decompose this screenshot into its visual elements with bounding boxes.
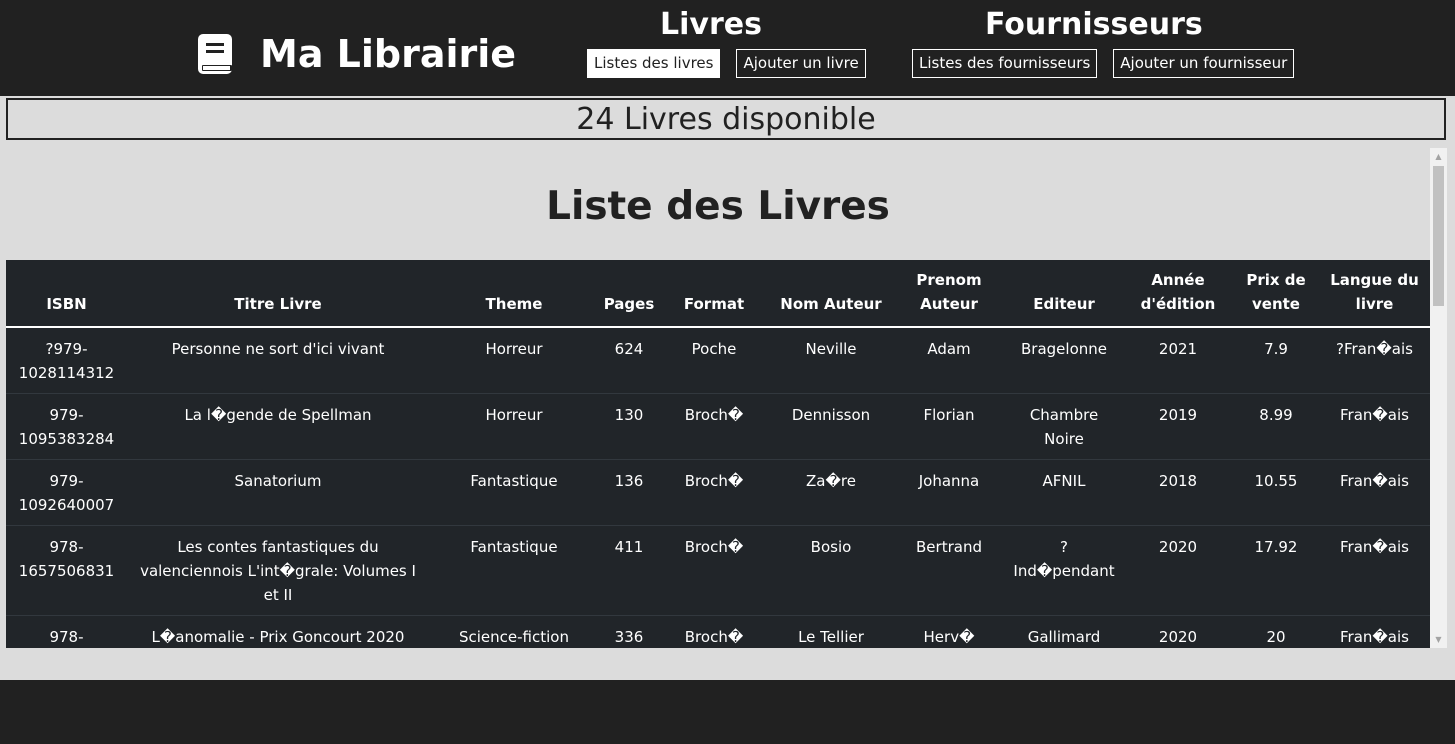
scroll-thumb[interactable] bbox=[1433, 166, 1444, 306]
column-header: Langue du livre bbox=[1319, 260, 1430, 328]
book-icon bbox=[196, 32, 234, 76]
column-header: Theme bbox=[429, 260, 599, 328]
table-cell: Neville bbox=[769, 326, 893, 394]
books-table-wrap: ISBN Titre Livre Theme Pages Format Nom Auteu… bbox=[6, 260, 1430, 648]
brand-title: Ma Librairie bbox=[260, 32, 517, 76]
column-header: Prix de vente bbox=[1233, 260, 1319, 328]
books-list-panel[interactable]: Liste des Livres ISBN Titre Livre Theme … bbox=[6, 148, 1447, 648]
table-cell: Personne ne sort d'ici vivant bbox=[127, 326, 429, 394]
books-count-banner: 24 Livres disponible bbox=[6, 98, 1446, 140]
listes-des-fournisseurs-button[interactable]: Listes des fournisseurs bbox=[912, 49, 1098, 78]
nav-livres-heading: Livres bbox=[660, 7, 762, 42]
nav-fournisseurs-links: Listes des fournisseurs Ajouter un fourn… bbox=[912, 49, 1295, 78]
table-cell: Herv� bbox=[893, 615, 1005, 648]
nav-fournisseurs: Fournisseurs bbox=[985, 6, 1203, 44]
table-cell: Broch� bbox=[659, 615, 769, 648]
brand[interactable]: Ma Librairie bbox=[196, 30, 516, 78]
table-cell: 136 bbox=[599, 459, 659, 526]
table-cell: 2019 bbox=[1123, 393, 1233, 460]
table-cell: Fran�ais bbox=[1319, 615, 1430, 648]
table-cell: Sanatorium bbox=[127, 459, 429, 526]
table-header-row: ISBN Titre Livre Theme Pages Format Nom Auteu… bbox=[6, 260, 1430, 328]
ajouter-un-livre-button[interactable]: Ajouter un livre bbox=[736, 49, 866, 78]
table-cell: 8.99 bbox=[1233, 393, 1319, 460]
table-cell: Horreur bbox=[429, 393, 599, 460]
table-cell: 17.92 bbox=[1233, 525, 1319, 616]
table-cell: Les contes fantastiques du valenciennois… bbox=[127, 525, 429, 616]
table-cell: Fantastique bbox=[429, 525, 599, 616]
table-row: ?979-1028114312 Personne ne sort d'ici vi… bbox=[6, 326, 1430, 394]
table-cell: Horreur bbox=[429, 326, 599, 394]
table-body: ?979-1028114312 Personne ne sort d'ici vi… bbox=[6, 326, 1430, 648]
table-cell: Fran�ais bbox=[1319, 459, 1430, 526]
column-header: Editeur bbox=[1005, 260, 1123, 328]
table-cell: Chambre Noire bbox=[1005, 393, 1123, 460]
column-header: Prenom Auteur bbox=[893, 260, 1005, 328]
scroll-down-icon[interactable]: ▼ bbox=[1430, 631, 1447, 648]
table-cell: Broch� bbox=[659, 459, 769, 526]
table-cell: 2020 bbox=[1123, 615, 1233, 648]
scroll-up-icon[interactable]: ▲ bbox=[1430, 148, 1447, 165]
main-content: 24 Livres disponible Liste des Livres IS… bbox=[0, 96, 1455, 680]
table-cell: Broch� bbox=[659, 525, 769, 616]
table-cell: 2018 bbox=[1123, 459, 1233, 526]
books-count-text: 24 Livres disponible bbox=[576, 102, 876, 137]
table-row: 979-1092640007 Sanatorium Fantastique 136 Br… bbox=[6, 459, 1430, 526]
ajouter-un-fournisseur-button[interactable]: Ajouter un fournisseur bbox=[1113, 49, 1295, 78]
table-cell: 979-1092640007 bbox=[6, 459, 127, 526]
column-header: ISBN bbox=[6, 260, 127, 328]
nav-fournisseurs-heading: Fournisseurs bbox=[985, 7, 1203, 42]
table-cell: Adam bbox=[893, 326, 1005, 394]
table-cell: 7.9 bbox=[1233, 326, 1319, 394]
column-header: Titre Livre bbox=[127, 260, 429, 328]
table-cell: 10.55 bbox=[1233, 459, 1319, 526]
table-cell: ?979-1028114312 bbox=[6, 326, 127, 394]
table-cell: Dennisson bbox=[769, 393, 893, 460]
listes-des-livres-button[interactable]: Listes des livres bbox=[587, 49, 721, 78]
table-cell: Broch� bbox=[659, 393, 769, 460]
table-cell: Fantastique bbox=[429, 459, 599, 526]
vertical-scrollbar[interactable]: ▲ ▼ bbox=[1430, 148, 1447, 648]
table-cell: AFNIL bbox=[1005, 459, 1123, 526]
table-cell: 979-1095383284 bbox=[6, 393, 127, 460]
table-cell: ?Fran�ais bbox=[1319, 326, 1430, 394]
table-cell: 624 bbox=[599, 326, 659, 394]
table-cell: Gallimard bbox=[1005, 615, 1123, 648]
column-header: Année d'édition bbox=[1123, 260, 1233, 328]
table-cell: 2021 bbox=[1123, 326, 1233, 394]
table-cell: 411 bbox=[599, 525, 659, 616]
nav-livres-links: Listes des livres Ajouter un livre bbox=[587, 49, 866, 78]
table-cell: Za�re bbox=[769, 459, 893, 526]
table-header: ISBN Titre Livre Theme Pages Format Nom Auteu… bbox=[6, 260, 1430, 328]
table-cell: 978-2072895098 bbox=[6, 615, 127, 648]
table-cell: ? Ind�pendant bbox=[1005, 525, 1123, 616]
table-row: 978-1657506831 Les contes fantastiques du… bbox=[6, 525, 1430, 616]
column-header: Format bbox=[659, 260, 769, 328]
nav-livres: Livres bbox=[660, 6, 762, 44]
table-cell: Florian bbox=[893, 393, 1005, 460]
top-header: Ma Librairie Livres Listes des livres Aj… bbox=[0, 0, 1455, 96]
books-table: ISBN Titre Livre Theme Pages Format Nom Auteu… bbox=[6, 260, 1430, 648]
table-cell: 2020 bbox=[1123, 525, 1233, 616]
list-title: Liste des Livres bbox=[546, 184, 890, 229]
table-cell: Le Tellier bbox=[769, 615, 893, 648]
table-row: 978-2072895098L�anomalie - Prix Goncourt… bbox=[6, 615, 1430, 648]
table-cell: 978-1657506831 bbox=[6, 525, 127, 616]
table-cell: Johanna bbox=[893, 459, 1005, 526]
column-header: Nom Auteur bbox=[769, 260, 893, 328]
table-cell: Bragelonne bbox=[1005, 326, 1123, 394]
table-cell: Bertrand bbox=[893, 525, 1005, 616]
table-cell: Fran�ais bbox=[1319, 393, 1430, 460]
table-cell: 20 bbox=[1233, 615, 1319, 648]
table-cell: L�anomalie - Prix Goncourt 2020 bbox=[127, 615, 429, 648]
table-cell: 336 bbox=[599, 615, 659, 648]
table-cell: Bosio bbox=[769, 525, 893, 616]
table-row: 979-1095383284 La l�gende de Spellman Horr… bbox=[6, 393, 1430, 460]
column-header: Pages bbox=[599, 260, 659, 328]
table-cell: Science-fiction bbox=[429, 615, 599, 648]
table-cell: La l�gende de Spellman bbox=[127, 393, 429, 460]
table-cell: Fran�ais bbox=[1319, 525, 1430, 616]
table-cell: Poche bbox=[659, 326, 769, 394]
table-cell: 130 bbox=[599, 393, 659, 460]
